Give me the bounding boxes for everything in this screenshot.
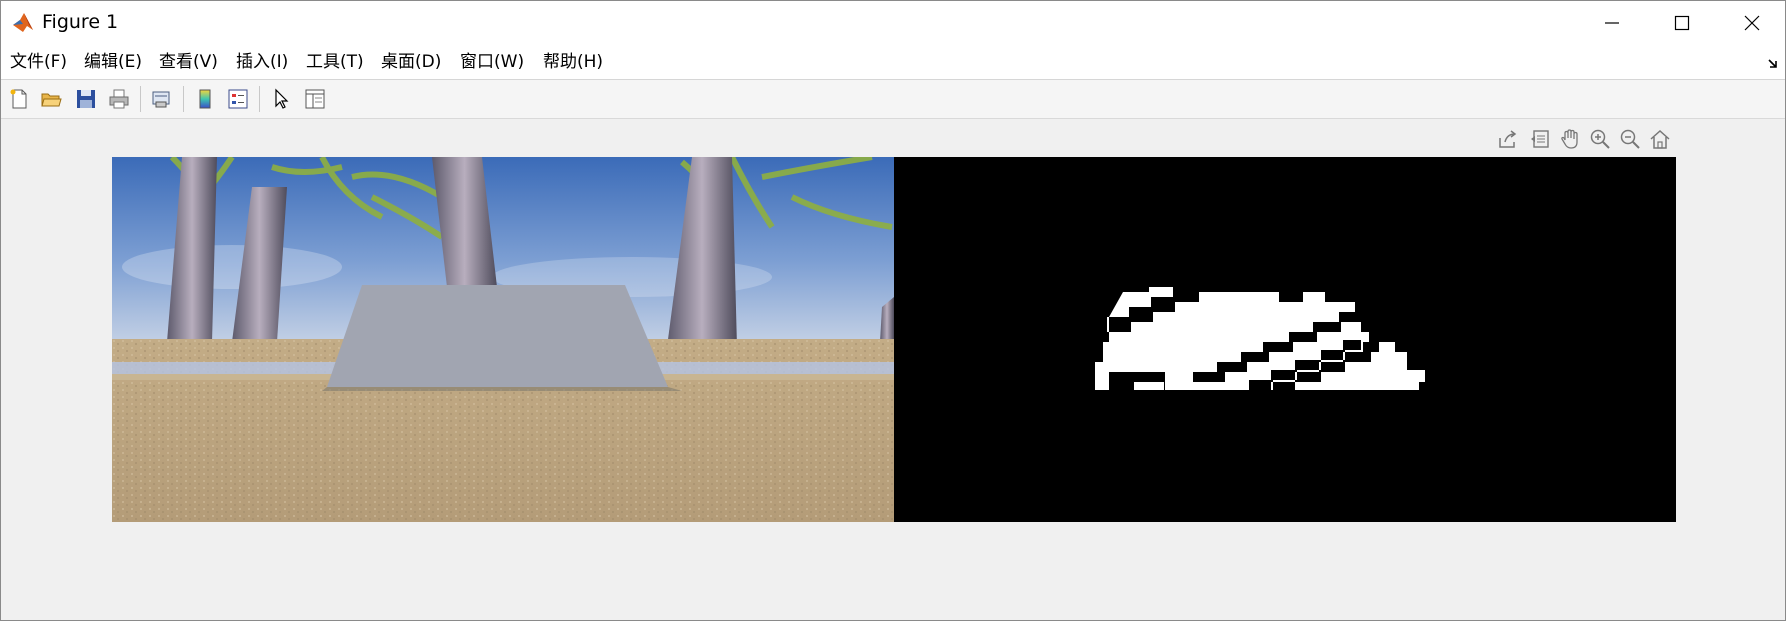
export-button[interactable] [1495,126,1521,152]
menu-desktop[interactable]: 桌面(D) [381,51,441,73]
menu-view[interactable]: 查看(V) [159,51,218,73]
menu-help[interactable]: 帮助(H) [543,51,603,73]
menu-file[interactable]: 文件(F) [10,51,67,73]
minimize-button[interactable] [1577,1,1647,45]
scene-image [112,157,894,522]
open-file-button[interactable] [37,85,65,113]
toolbar-separator [183,86,184,112]
save-button[interactable] [72,85,100,113]
maximize-icon [1674,15,1690,31]
figure-toolbar [1,80,1785,119]
matlab-logo-icon [12,11,34,33]
brush-icon [1531,130,1549,148]
export-icon [1499,130,1517,148]
dock-arrow-icon[interactable] [1767,57,1779,69]
print-icon [109,89,129,109]
print-button[interactable] [105,85,133,113]
pan-icon [1561,129,1578,149]
menu-bar: 文件(F) 编辑(E) 查看(V) 插入(I) 工具(T) 桌面(D) 窗口(W… [1,45,1785,80]
property-inspector-button[interactable] [301,85,329,113]
menu-tools[interactable]: 工具(T) [306,51,364,73]
open-file-icon [41,93,62,107]
figure-window: Figure 1 文件(F) 编辑(E) 查看(V) 插入(I) 工具(T) 桌… [0,0,1786,621]
cloud [122,245,342,289]
new-figure-icon [10,89,27,109]
home-icon [1650,129,1670,149]
new-figure-button[interactable] [5,85,33,113]
toolbar-separator [140,86,141,112]
link-plot-button[interactable] [147,85,175,113]
mask-image [894,157,1676,522]
menu-window[interactable]: 窗口(W) [460,51,524,73]
property-inspector-icon [305,89,325,109]
insert-colorbar-icon [199,89,211,109]
insert-legend-button[interactable] [224,85,252,113]
pan-button[interactable] [1557,126,1583,152]
save-icon [77,90,95,108]
minimize-icon [1605,22,1619,24]
zoom-in-icon [1590,129,1610,149]
window-title: Figure 1 [42,11,119,33]
brush-button[interactable] [1527,126,1553,152]
menu-insert[interactable]: 插入(I) [236,51,288,73]
zoom-in-button[interactable] [1587,126,1613,152]
menu-edit[interactable]: 编辑(E) [84,51,142,73]
close-button[interactable] [1717,1,1786,45]
edit-plot-button[interactable] [267,85,295,113]
zoom-out-icon [1620,129,1640,149]
close-icon [1744,15,1760,31]
title-bar: Figure 1 [1,1,1785,45]
insert-legend-icon [228,89,248,109]
toolbar-separator [259,86,260,112]
grey-box-object [327,285,668,387]
home-button[interactable] [1647,126,1673,152]
insert-colorbar-button[interactable] [191,85,219,113]
maximize-button[interactable] [1647,1,1717,45]
edit-plot-icon [275,88,289,109]
box-shadow [322,387,682,391]
zoom-out-button[interactable] [1617,126,1643,152]
link-plot-icon [152,91,170,108]
